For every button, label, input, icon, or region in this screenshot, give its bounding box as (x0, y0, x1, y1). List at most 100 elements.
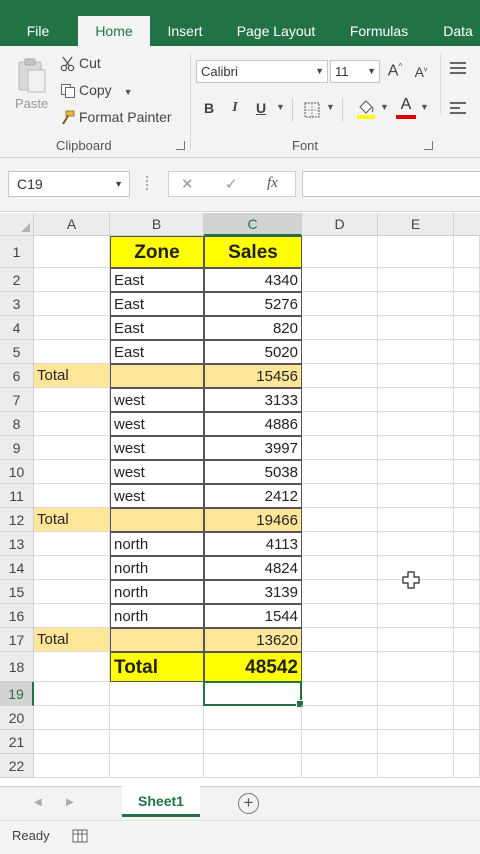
cell[interactable] (302, 706, 378, 730)
cell[interactable] (302, 532, 378, 556)
zone-cell[interactable]: west (110, 436, 204, 460)
cell[interactable] (302, 436, 378, 460)
cell[interactable] (378, 484, 454, 508)
cell[interactable] (34, 340, 110, 364)
format-painter-button[interactable]: Format Painter (60, 106, 172, 128)
tab-insert[interactable]: Insert (160, 16, 210, 46)
cell[interactable] (378, 754, 454, 778)
row-header[interactable]: 3 (0, 292, 34, 316)
shrink-font-button[interactable]: Av (412, 64, 430, 80)
cell[interactable] (302, 682, 378, 706)
cell[interactable] (454, 236, 480, 268)
tab-page-layout[interactable]: Page Layout (228, 16, 324, 46)
cell[interactable] (454, 730, 480, 754)
cell[interactable] (378, 628, 454, 652)
row-header[interactable]: 8 (0, 412, 34, 436)
cell[interactable] (378, 292, 454, 316)
cell[interactable] (110, 682, 204, 706)
row-header[interactable]: 9 (0, 436, 34, 460)
row-header[interactable]: 5 (0, 340, 34, 364)
column-header-e[interactable]: E (378, 213, 454, 236)
grand-total-value-cell[interactable]: 48542 (204, 652, 302, 682)
row-header[interactable]: 14 (0, 556, 34, 580)
italic-button[interactable]: I (226, 100, 244, 116)
bold-button[interactable]: B (200, 100, 218, 116)
sales-cell[interactable]: 3133 (204, 388, 302, 412)
cell[interactable] (110, 754, 204, 778)
cell[interactable] (34, 604, 110, 628)
chevron-down-icon[interactable]: ▼ (276, 102, 285, 112)
tab-formulas[interactable]: Formulas (342, 16, 416, 46)
row-header[interactable]: 10 (0, 460, 34, 484)
row-header[interactable]: 6 (0, 364, 34, 388)
cell[interactable] (34, 730, 110, 754)
row-header[interactable]: 18 (0, 652, 34, 682)
zone-cell[interactable]: East (110, 340, 204, 364)
zone-cell[interactable]: north (110, 604, 204, 628)
cell[interactable] (454, 508, 480, 532)
fill-color-icon[interactable] (356, 98, 376, 123)
cell[interactable] (34, 682, 110, 706)
row-header[interactable]: 22 (0, 754, 34, 778)
cell[interactable] (34, 460, 110, 484)
macro-record-icon[interactable] (72, 829, 88, 843)
subtotal-label-cell[interactable]: Total (34, 508, 110, 532)
cell[interactable] (378, 436, 454, 460)
sales-cell[interactable]: 4824 (204, 556, 302, 580)
cell[interactable] (378, 460, 454, 484)
tab-file[interactable]: File (14, 16, 62, 46)
cell[interactable] (34, 652, 110, 682)
cell[interactable] (454, 580, 480, 604)
cell[interactable] (378, 532, 454, 556)
zone-cell[interactable]: north (110, 532, 204, 556)
font-color-icon[interactable]: A (396, 96, 416, 119)
sales-cell[interactable]: 3139 (204, 580, 302, 604)
subtotal-value-cell[interactable]: 13620 (204, 628, 302, 652)
cut-button[interactable]: Cut (60, 52, 101, 74)
column-header-b[interactable]: B (110, 213, 204, 236)
cell[interactable] (378, 412, 454, 436)
align-top-icon[interactable] (450, 62, 466, 74)
paste-icon[interactable] (16, 56, 48, 96)
grow-font-button[interactable]: A^ (386, 62, 404, 80)
row-header[interactable]: 12 (0, 508, 34, 532)
font-size-combo[interactable]: 11 ▼ (330, 60, 380, 83)
cell[interactable] (378, 652, 454, 682)
cell[interactable] (454, 604, 480, 628)
cell[interactable] (378, 508, 454, 532)
enter-icon[interactable]: ✓ (225, 175, 238, 193)
zone-cell[interactable]: west (110, 484, 204, 508)
cell[interactable] (204, 706, 302, 730)
subtotal-label-cell[interactable]: Total (34, 364, 110, 388)
cell[interactable] (378, 268, 454, 292)
cell[interactable] (34, 532, 110, 556)
align-left-icon[interactable] (450, 102, 466, 114)
cell[interactable] (204, 754, 302, 778)
active-cell[interactable] (203, 681, 304, 708)
cell[interactable] (454, 268, 480, 292)
worksheet-grid[interactable]: Zone Sales East 4340 East 5276 East 820 East 5020… (34, 236, 480, 786)
cell[interactable] (34, 580, 110, 604)
cell[interactable] (302, 388, 378, 412)
cell[interactable] (302, 604, 378, 628)
chevron-down-icon[interactable]: ▼ (420, 102, 429, 112)
cell[interactable] (34, 412, 110, 436)
column-header-c[interactable]: C (204, 213, 302, 236)
cell[interactable] (302, 754, 378, 778)
subtotal-value-cell[interactable]: 19466 (204, 508, 302, 532)
cell[interactable] (454, 484, 480, 508)
row-header[interactable]: 21 (0, 730, 34, 754)
cell[interactable] (378, 236, 454, 268)
chevron-down-icon[interactable]: ▼ (380, 102, 389, 112)
cell[interactable] (454, 316, 480, 340)
sales-header-cell[interactable]: Sales (204, 236, 302, 268)
row-header[interactable]: 4 (0, 316, 34, 340)
column-header-f[interactable] (454, 213, 480, 236)
sales-cell[interactable]: 5276 (204, 292, 302, 316)
cell[interactable] (302, 652, 378, 682)
cell[interactable] (302, 508, 378, 532)
formula-input[interactable] (302, 171, 480, 197)
cell[interactable] (302, 628, 378, 652)
cell[interactable] (454, 460, 480, 484)
cell[interactable] (302, 556, 378, 580)
